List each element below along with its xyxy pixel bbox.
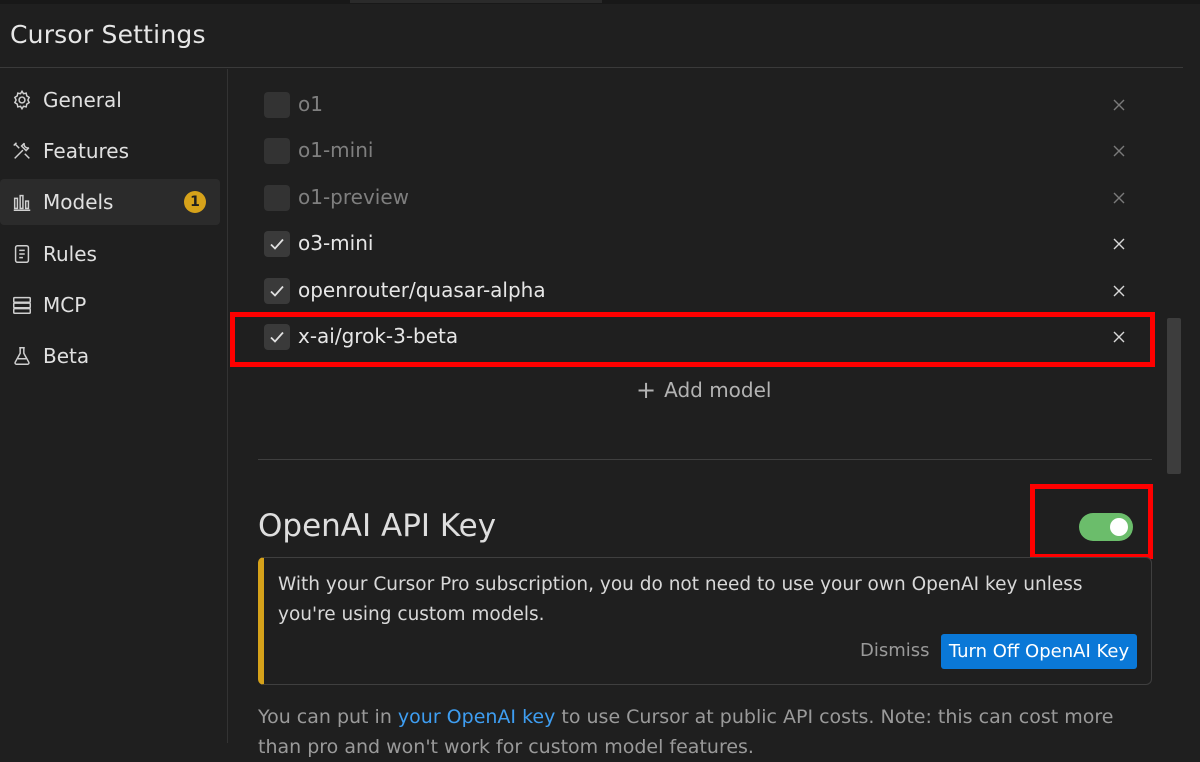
tab-strip-segment — [350, 0, 602, 3]
openai-notice-card: With your Cursor Pro subscription, you d… — [258, 557, 1152, 685]
settings-sidebar: General Features Models 1 Rules MCP Beta — [0, 69, 228, 743]
turn-off-openai-key-button[interactable]: Turn Off OpenAI Key — [941, 634, 1137, 669]
section-divider — [258, 459, 1152, 460]
document-icon — [10, 242, 34, 266]
sidebar-item-rules[interactable]: Rules — [0, 231, 220, 277]
settings-header: Cursor Settings — [0, 4, 1183, 68]
annotation-highlight-box — [1030, 484, 1153, 559]
annotation-highlight-box — [230, 312, 1155, 367]
server-icon — [10, 293, 34, 317]
sidebar-item-label: General — [43, 88, 122, 112]
model-name: o1-preview — [298, 185, 410, 209]
model-checkbox[interactable] — [264, 138, 290, 164]
model-name: o3-mini — [298, 231, 374, 255]
model-row-openrouter-quasar-alpha: openrouter/quasar-alpha — [264, 272, 1134, 312]
remove-model-icon[interactable] — [1108, 187, 1130, 209]
openai-key-link[interactable]: your OpenAI key — [398, 706, 555, 728]
notice-text: With your Cursor Pro subscription, you d… — [278, 574, 1083, 625]
sidebar-item-label: Beta — [43, 344, 90, 368]
checkmark-icon — [270, 238, 284, 250]
remove-model-icon[interactable] — [1108, 140, 1130, 162]
plus-icon: + — [636, 376, 657, 404]
tools-icon — [10, 139, 34, 163]
notification-badge: 1 — [184, 191, 206, 213]
checkmark-icon — [270, 285, 284, 297]
footer-prefix: You can put in — [258, 706, 398, 728]
model-checkbox[interactable] — [264, 185, 290, 211]
gear-icon — [10, 88, 34, 112]
model-name: o1-mini — [298, 138, 374, 162]
model-name: o1 — [298, 92, 323, 116]
dismiss-button[interactable]: Dismiss — [860, 640, 930, 661]
sidebar-item-label: MCP — [43, 293, 87, 317]
add-model-button[interactable]: + Add model — [636, 376, 771, 404]
add-model-label: Add model — [664, 378, 772, 402]
page-title: Cursor Settings — [10, 20, 206, 49]
remove-model-icon[interactable] — [1108, 233, 1130, 255]
model-row-o1-mini: o1-mini — [264, 132, 1134, 172]
sidebar-item-features[interactable]: Features — [0, 128, 220, 174]
bar-chart-icon — [10, 190, 34, 214]
remove-model-icon[interactable] — [1108, 94, 1130, 116]
sidebar-item-mcp[interactable]: MCP — [0, 282, 220, 328]
model-checkbox[interactable] — [264, 92, 290, 118]
sidebar-item-label: Features — [43, 139, 129, 163]
sidebar-item-beta[interactable]: Beta — [0, 333, 220, 379]
scrollbar-thumb[interactable] — [1167, 318, 1181, 474]
sidebar-item-general[interactable]: General — [0, 77, 220, 123]
model-row-o1: o1 — [264, 86, 1134, 126]
openai-footer-text: You can put in your OpenAI key to use Cu… — [258, 702, 1158, 762]
model-checkbox[interactable] — [264, 278, 290, 304]
flask-icon — [10, 344, 34, 368]
model-name: openrouter/quasar-alpha — [298, 278, 546, 302]
sidebar-item-label: Models — [43, 190, 114, 214]
openai-api-key-title: OpenAI API Key — [258, 508, 497, 544]
remove-model-icon[interactable] — [1108, 280, 1130, 302]
model-checkbox[interactable] — [264, 231, 290, 257]
model-row-o1-preview: o1-preview — [264, 179, 1134, 219]
model-row-o3-mini: o3-mini — [264, 225, 1134, 265]
sidebar-item-label: Rules — [43, 242, 97, 266]
sidebar-item-models[interactable]: Models 1 — [0, 179, 220, 225]
